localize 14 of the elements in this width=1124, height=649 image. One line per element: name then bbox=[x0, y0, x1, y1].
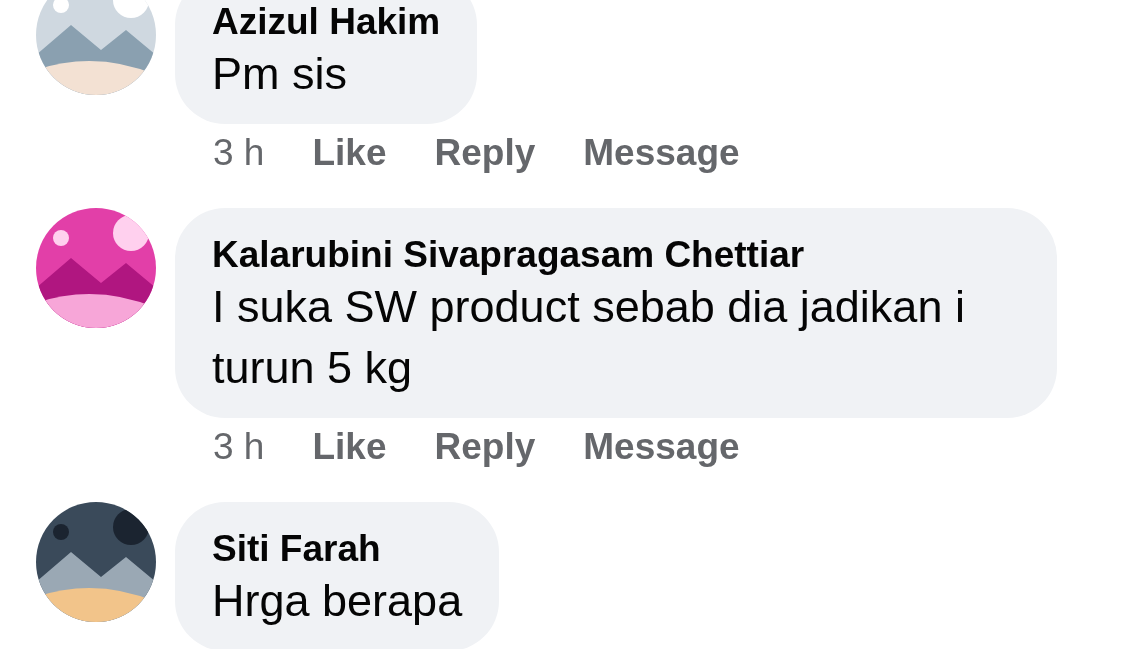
action-link[interactable]: Like bbox=[312, 125, 387, 181]
timestamp: 3 h bbox=[213, 131, 265, 176]
action-link[interactable]: Reply bbox=[434, 125, 536, 181]
comment-text: Pm sis bbox=[212, 47, 348, 101]
author-name[interactable]: Kalarubini Sivapragasam Chettiar bbox=[212, 234, 1020, 276]
action-link[interactable]: Reply bbox=[434, 419, 536, 475]
action-link[interactable]: Message bbox=[583, 419, 740, 475]
comment-text: I suka SW product sebab dia jadikan i turun 5 kg bbox=[212, 280, 966, 395]
action-link[interactable]: Message bbox=[583, 125, 740, 181]
author-name[interactable]: Siti Farah bbox=[212, 528, 463, 570]
action-link[interactable]: Like bbox=[312, 419, 387, 475]
comment-text: Hrga berapa bbox=[212, 574, 463, 628]
timestamp: 3 h bbox=[213, 425, 265, 470]
author-name[interactable]: Azizul Hakim bbox=[212, 1, 441, 43]
